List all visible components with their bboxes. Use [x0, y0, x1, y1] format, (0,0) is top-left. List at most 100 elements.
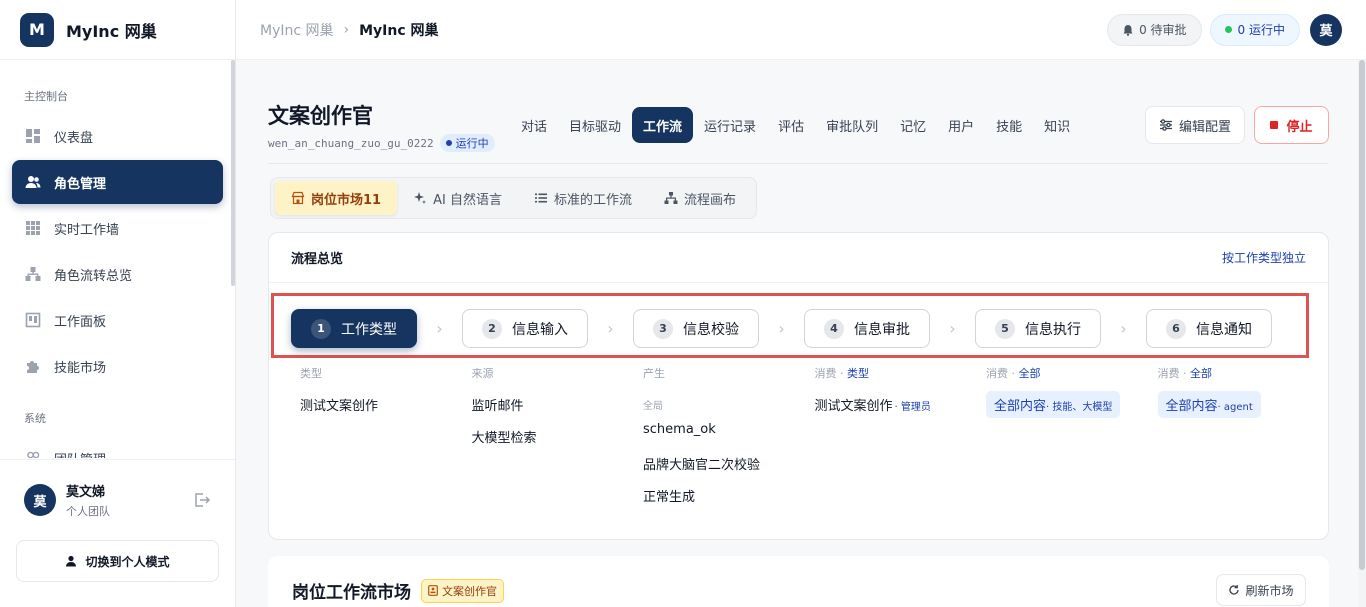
column-header: 消费 · 类型: [815, 365, 987, 385]
users-icon: [24, 173, 42, 191]
sidebar-scrollbar[interactable]: [231, 60, 235, 286]
person-icon: [66, 555, 77, 567]
flow-icon: [24, 265, 42, 283]
status-label: 运行中: [455, 137, 489, 150]
sidebar-item-label: 仪表盘: [54, 130, 94, 146]
step-label: 信息输入: [512, 321, 568, 338]
avatar[interactable]: 莫: [24, 484, 56, 516]
flow-overview-card: 流程总览 按工作类型独立 1 工作类型 › 2 信息输入 › 3 信息校验 › …: [268, 232, 1329, 540]
breadcrumb-separator: ›: [343, 21, 350, 38]
list-item-role: · 管理员: [894, 402, 931, 413]
subtab-ai-natural-language[interactable]: AI 自然语言: [397, 181, 518, 215]
step-label: 信息执行: [1025, 321, 1081, 338]
role-badge: 文案创作官: [421, 578, 504, 603]
step-label: 信息通知: [1196, 321, 1252, 338]
breadcrumb-parent[interactable]: MyInc 网巢: [260, 20, 334, 40]
subtab-job-market[interactable]: 岗位市场11: [275, 181, 398, 215]
step-info-notification[interactable]: 6 信息通知: [1146, 309, 1272, 348]
topbar-actions: 0 待审批 0 运行中 莫: [1107, 13, 1342, 46]
tab-run-history[interactable]: 运行记录: [693, 107, 767, 143]
step-info-validation[interactable]: 3 信息校验: [633, 309, 759, 348]
running-badge[interactable]: 0 运行中: [1209, 13, 1300, 46]
sidebar-item-work-panel[interactable]: 工作面板: [12, 298, 223, 342]
flow-overview-header: 流程总览 按工作类型独立: [269, 233, 1328, 283]
subtab-label: AI 自然语言: [433, 192, 502, 208]
divider: [268, 163, 1328, 164]
column-header: 产生: [643, 367, 665, 380]
independent-by-type-link[interactable]: 按工作类型独立: [1222, 249, 1306, 266]
tab-users[interactable]: 用户: [937, 107, 985, 143]
tab-memory[interactable]: 记忆: [889, 107, 937, 143]
tab-evaluation[interactable]: 评估: [767, 107, 815, 143]
logout-icon[interactable]: [193, 491, 211, 509]
sidebar-item-roles[interactable]: 角色管理: [12, 160, 223, 204]
breadcrumb: MyInc 网巢 › MyInc 网巢: [260, 20, 439, 40]
sidebar-item-dashboard[interactable]: 仪表盘: [12, 114, 223, 158]
dashboard-icon: [24, 127, 42, 145]
sidebar-item-live-wall[interactable]: 实时工作墙: [12, 206, 223, 250]
team-icon: [24, 449, 42, 458]
edit-config-button[interactable]: 编辑配置: [1145, 106, 1245, 144]
status-dot-icon: [445, 140, 452, 146]
column-header-sep: ·: [840, 367, 844, 380]
tag-text: 全部内容: [994, 399, 1047, 414]
step-work-type[interactable]: 1 工作类型: [291, 309, 417, 348]
sparkle-icon: [414, 192, 427, 204]
list-icon: [534, 193, 547, 203]
refresh-market-button[interactable]: 刷新市场: [1216, 574, 1306, 606]
sliders-icon: [1159, 119, 1172, 131]
tag-detail: · agent: [1217, 402, 1253, 413]
column-header: 消费 · 全部: [986, 365, 1158, 385]
subtab-standard-workflow[interactable]: 标准的工作流: [518, 181, 648, 215]
list-item: 正常生成: [643, 490, 696, 505]
user-name: 莫文娣: [66, 485, 106, 500]
tab-workflow[interactable]: 工作流: [632, 107, 694, 143]
panel-icon: [24, 311, 42, 329]
sidebar-item-team[interactable]: 团队管理: [12, 436, 223, 458]
market-title-text: 岗位工作流市场: [292, 583, 411, 603]
sidebar-item-role-flow[interactable]: 角色流转总览: [12, 252, 223, 296]
sidebar-item-label: 工作面板: [54, 314, 107, 330]
list-item: schema_ok: [643, 422, 716, 437]
sidebar: M MyInc 网巢 主控制台 仪表盘 角色管理 实时工作墙 角色流转总览 工作…: [0, 0, 236, 607]
switch-personal-mode-button[interactable]: 切换到个人模式: [16, 540, 219, 582]
step-number: 5: [995, 318, 1015, 339]
avatar[interactable]: 莫: [1310, 13, 1342, 46]
column-header-extra: 全部: [1190, 367, 1212, 380]
main-scrollbar[interactable]: [1358, 60, 1366, 607]
column-consume-all-1: 消费 · 全部 全部内容· 技能、大模型: [986, 365, 1158, 508]
consume-tag: 全部内容· agent: [1157, 391, 1261, 418]
edit-config-label: 编辑配置: [1178, 119, 1231, 135]
running-label: 0 运行中: [1237, 23, 1285, 37]
breadcrumb-current: MyInc 网巢: [359, 22, 439, 39]
brand[interactable]: M MyInc 网巢: [0, 0, 235, 60]
column-header-extra: 全部: [1018, 367, 1041, 380]
step-info-input[interactable]: 2 信息输入: [462, 309, 588, 348]
subtab-flow-canvas[interactable]: 流程画布: [648, 181, 752, 215]
tab-goal-driven[interactable]: 目标驱动: [558, 107, 632, 143]
step-number: 2: [482, 318, 502, 339]
stop-button[interactable]: 停止: [1254, 106, 1329, 144]
tab-chat[interactable]: 对话: [510, 107, 558, 143]
step-info-execution[interactable]: 5 信息执行: [975, 309, 1101, 348]
sidebar-item-label: 角色管理: [54, 176, 107, 192]
step-info-approval[interactable]: 4 信息审批: [804, 309, 930, 348]
refresh-icon: [1229, 585, 1240, 595]
user-team: 个人团队: [66, 505, 110, 518]
chevron-right-icon: ›: [607, 319, 614, 338]
column-consume-type: 消费 · 类型 测试文案创作 · 管理员: [815, 365, 987, 508]
pending-approvals-badge[interactable]: 0 待审批: [1107, 13, 1202, 46]
chevron-right-icon: ›: [949, 319, 956, 338]
tab-skills[interactable]: 技能: [985, 107, 1033, 143]
job-workflow-market-card: 岗位工作流市场 文案创作官 刷新市场: [268, 556, 1329, 607]
id-card-icon: [428, 585, 438, 596]
tab-knowledge[interactable]: 知识: [1033, 107, 1081, 143]
tab-approval-queue[interactable]: 审批队列: [815, 107, 889, 143]
sidebar-item-skill-market[interactable]: 技能市场: [12, 344, 223, 388]
subtab-label: 标准的工作流: [553, 192, 632, 208]
column-header: 来源: [471, 367, 494, 380]
step-detail-columns: 类型 测试文案创作 来源 监听邮件 大模型检索 产生 全局 schema_ok …: [300, 365, 1329, 508]
column-header-text: 消费: [986, 367, 1008, 380]
column-header-sep: ·: [1183, 367, 1187, 380]
list-item: 测试文案创作 · 管理员: [815, 395, 987, 417]
